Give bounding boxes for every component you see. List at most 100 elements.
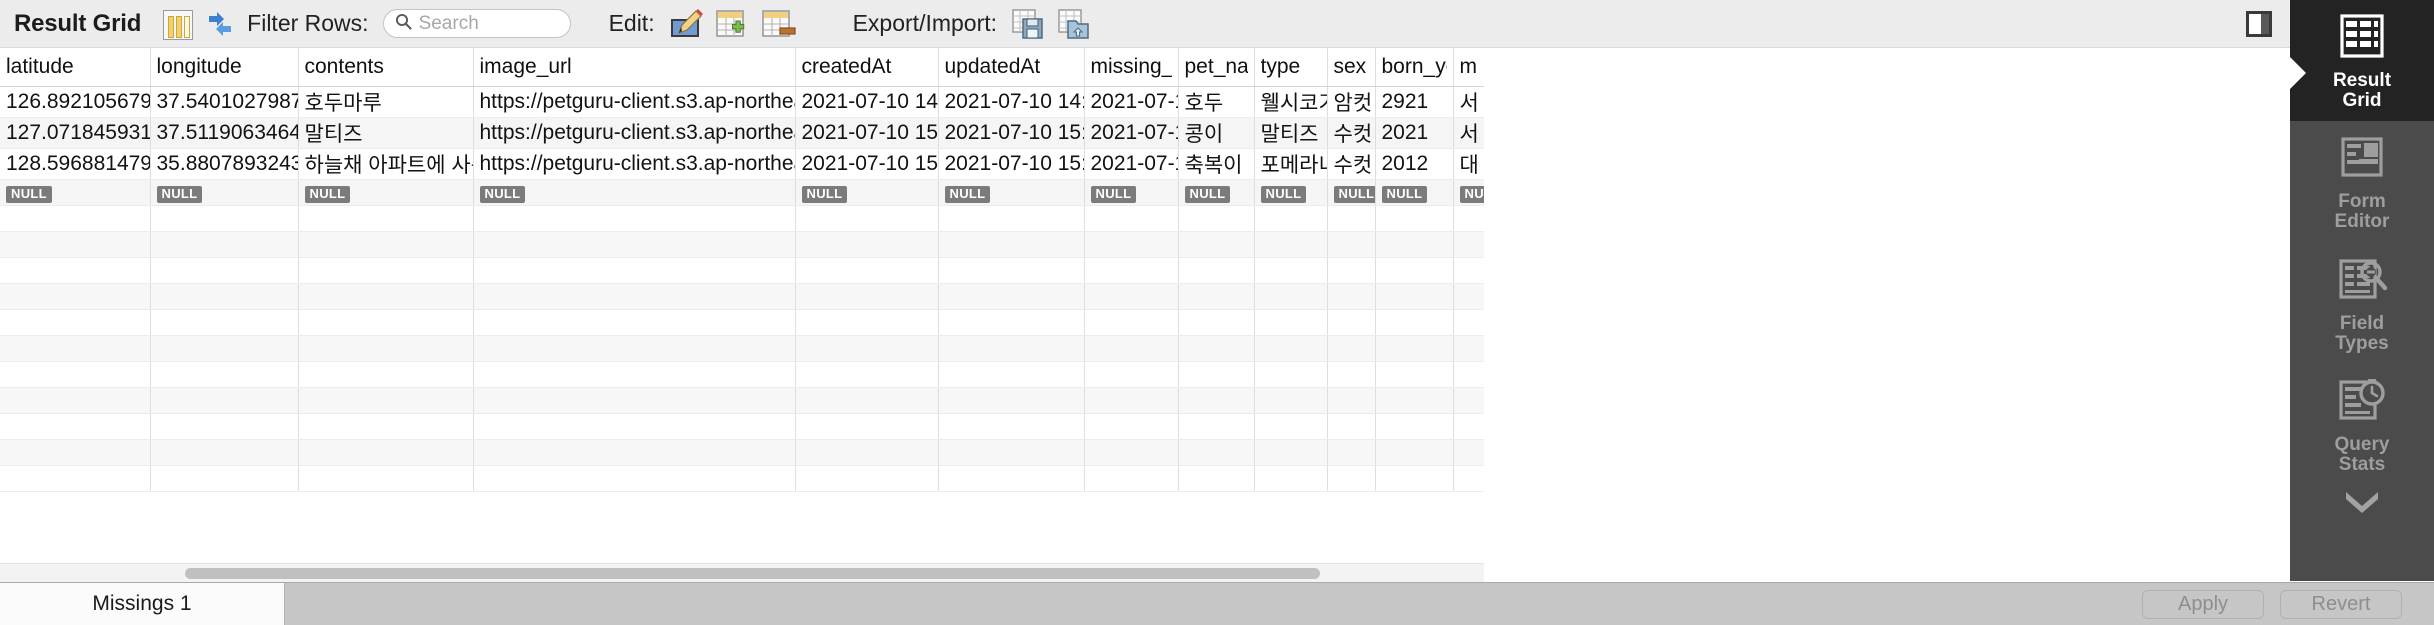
cell-updatedAt[interactable]: NULL: [938, 179, 1085, 206]
empty-cell-createdAt[interactable]: [795, 361, 939, 388]
empty-cell-contents[interactable]: [298, 335, 474, 362]
cell-sex[interactable]: 수컷: [1327, 148, 1376, 180]
empty-cell-createdAt[interactable]: [795, 231, 939, 258]
table-row[interactable]: 127.0718459319072837.511906346411315말티즈h…: [0, 117, 1484, 149]
empty-cell-updatedAt[interactable]: [938, 439, 1085, 466]
empty-cell-contents[interactable]: [298, 439, 474, 466]
apply-button[interactable]: Apply: [2142, 589, 2264, 619]
table-delete-row-icon[interactable]: [761, 8, 797, 40]
column-header-createdAt[interactable]: createdAt: [795, 48, 939, 87]
empty-cell-image_url[interactable]: [473, 361, 796, 388]
empty-cell-m_cut[interactable]: [1453, 413, 1484, 440]
cell-type[interactable]: 말티즈: [1254, 117, 1328, 149]
cell-longitude[interactable]: NULL: [150, 179, 299, 206]
empty-cell-createdAt[interactable]: [795, 309, 939, 336]
empty-cell-pet_name[interactable]: [1178, 283, 1255, 310]
empty-cell-image_url[interactable]: [473, 283, 796, 310]
horizontal-scrollbar-thumb[interactable]: [185, 568, 1320, 579]
cell-pet_name[interactable]: 콩이: [1178, 117, 1255, 149]
empty-cell-missing_date[interactable]: [1084, 257, 1179, 284]
empty-cell-image_url[interactable]: [473, 231, 796, 258]
empty-table-row[interactable]: [0, 439, 1484, 466]
empty-cell-longitude[interactable]: [150, 413, 299, 440]
empty-cell-image_url[interactable]: [473, 465, 796, 492]
cell-missing_date[interactable]: 2021-07-10: [1084, 86, 1179, 118]
column-header-missing_date[interactable]: missing_date: [1084, 48, 1179, 87]
empty-cell-missing_date[interactable]: [1084, 283, 1179, 310]
empty-table-row[interactable]: [0, 309, 1484, 336]
empty-cell-missing_date[interactable]: [1084, 231, 1179, 258]
empty-cell-latitude[interactable]: [0, 257, 151, 284]
empty-cell-m_cut[interactable]: [1453, 439, 1484, 466]
empty-cell-type[interactable]: [1254, 309, 1328, 336]
empty-cell-pet_name[interactable]: [1178, 231, 1255, 258]
tabstrip-item-query-stats[interactable]: Query Stats: [2290, 364, 2434, 485]
empty-cell-longitude[interactable]: [150, 231, 299, 258]
empty-table-row[interactable]: [0, 231, 1484, 258]
table-insert-row-icon[interactable]: [715, 8, 751, 40]
empty-cell-missing_date[interactable]: [1084, 413, 1179, 440]
cell-latitude[interactable]: NULL: [0, 179, 151, 206]
empty-cell-pet_name[interactable]: [1178, 205, 1255, 232]
column-header-m_cut[interactable]: m: [1453, 48, 1484, 87]
empty-cell-longitude[interactable]: [150, 335, 299, 362]
cell-m_cut[interactable]: NULL: [1453, 179, 1484, 206]
empty-cell-contents[interactable]: [298, 309, 474, 336]
cell-pet_name[interactable]: NULL: [1178, 179, 1255, 206]
empty-cell-longitude[interactable]: [150, 387, 299, 414]
empty-cell-latitude[interactable]: [0, 205, 151, 232]
empty-cell-missing_date[interactable]: [1084, 465, 1179, 492]
empty-cell-missing_date[interactable]: [1084, 309, 1179, 336]
tabstrip-item-form-editor[interactable]: Form Editor: [2290, 121, 2434, 242]
cell-type[interactable]: NULL: [1254, 179, 1328, 206]
empty-cell-m_cut[interactable]: [1453, 361, 1484, 388]
empty-table-row[interactable]: [0, 335, 1484, 362]
empty-cell-sex[interactable]: [1327, 335, 1376, 362]
empty-cell-sex[interactable]: [1327, 413, 1376, 440]
export-save-icon[interactable]: [1011, 8, 1047, 40]
empty-table-row[interactable]: [0, 361, 1484, 388]
cell-latitude[interactable]: 128.5968814799925: [0, 148, 151, 180]
empty-cell-born_year[interactable]: [1375, 309, 1454, 336]
cell-missing_date[interactable]: 2021-07-11: [1084, 148, 1179, 180]
empty-cell-type[interactable]: [1254, 413, 1328, 440]
cell-createdAt[interactable]: 2021-07-10 14:58:45: [795, 86, 939, 118]
empty-cell-latitude[interactable]: [0, 387, 151, 414]
tabstrip-item-result-grid[interactable]: Result Grid: [2290, 0, 2434, 122]
empty-cell-contents[interactable]: [298, 257, 474, 284]
empty-cell-updatedAt[interactable]: [938, 205, 1085, 232]
cell-updatedAt[interactable]: 2021-07-10 15:07:41: [938, 117, 1085, 149]
empty-cell-latitude[interactable]: [0, 283, 151, 310]
cell-image_url[interactable]: https://petguru-client.s3.ap-northeast-2…: [473, 86, 796, 118]
pencil-edit-icon[interactable]: [669, 8, 705, 40]
empty-cell-sex[interactable]: [1327, 283, 1376, 310]
empty-cell-latitude[interactable]: [0, 231, 151, 258]
empty-cell-image_url[interactable]: [473, 205, 796, 232]
empty-cell-latitude[interactable]: [0, 439, 151, 466]
empty-cell-sex[interactable]: [1327, 257, 1376, 284]
cell-image_url[interactable]: https://petguru-client.s3.ap-northeast-2…: [473, 117, 796, 149]
empty-table-row[interactable]: [0, 465, 1484, 492]
empty-cell-born_year[interactable]: [1375, 361, 1454, 388]
empty-cell-updatedAt[interactable]: [938, 231, 1085, 258]
cell-born_year[interactable]: NULL: [1375, 179, 1454, 206]
cell-pet_name[interactable]: 호두: [1178, 86, 1255, 118]
empty-table-row[interactable]: [0, 205, 1484, 232]
horizontal-scrollbar[interactable]: [0, 563, 1484, 582]
empty-cell-m_cut[interactable]: [1453, 465, 1484, 492]
result-grid-table-area[interactable]: latitude longitude contents image_url create…: [0, 48, 1484, 563]
tabstrip-item-field-types[interactable]: Field Types: [2290, 243, 2434, 364]
cell-pet_name[interactable]: 축복이: [1178, 148, 1255, 180]
search-input[interactable]: [418, 12, 559, 35]
empty-cell-pet_name[interactable]: [1178, 257, 1255, 284]
column-header-pet_name[interactable]: pet_name: [1178, 48, 1255, 87]
cell-image_url[interactable]: NULL: [473, 179, 796, 206]
empty-cell-longitude[interactable]: [150, 283, 299, 310]
empty-cell-contents[interactable]: [298, 283, 474, 310]
empty-cell-longitude[interactable]: [150, 309, 299, 336]
empty-cell-createdAt[interactable]: [795, 439, 939, 466]
column-header-born_year[interactable]: born_year: [1375, 48, 1454, 87]
column-header-contents[interactable]: contents: [298, 48, 474, 87]
cell-contents[interactable]: 하늘채 아파트에 사는 축복이: [298, 148, 474, 180]
empty-cell-born_year[interactable]: [1375, 283, 1454, 310]
